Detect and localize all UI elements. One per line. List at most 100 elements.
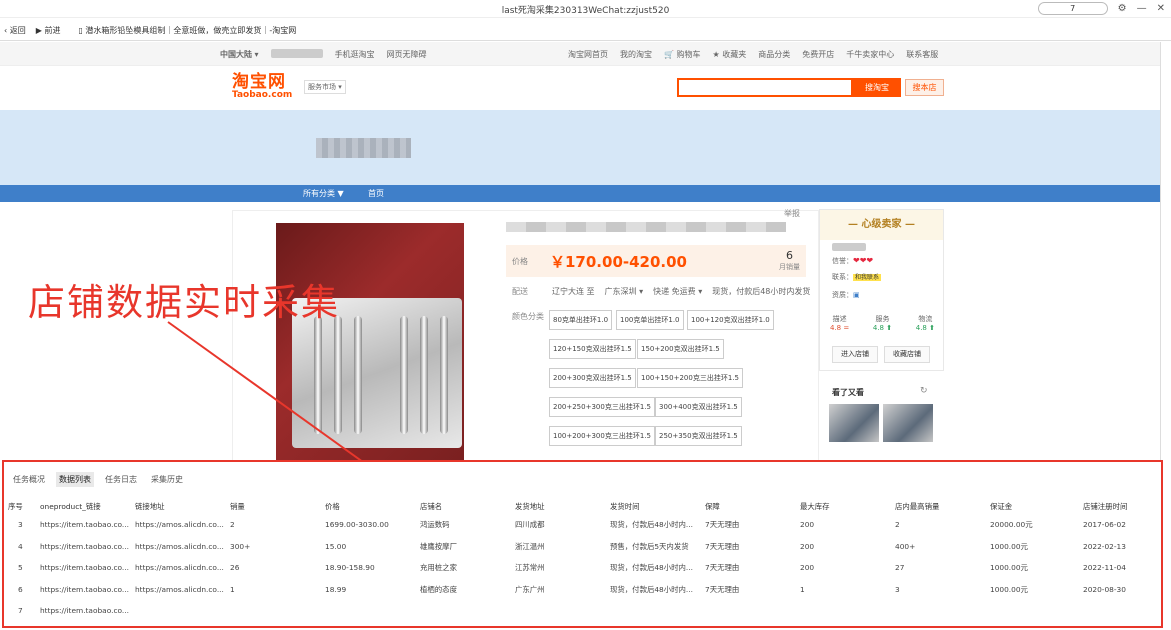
browser-toolbar: ‹ 返回 ▶ 前进 ▯ 潜水箱形铅坠模具组制｜全意班做，做壳立即发货｜-淘宝网 xyxy=(0,21,1171,41)
table-cell: 2020-08-30 xyxy=(1083,584,1126,594)
table-row[interactable]: 6 https://item.taobao.co... https://amos.a… xyxy=(8,579,1160,601)
cart-link[interactable]: 🛒 购物车 xyxy=(664,49,701,60)
shop-home-link[interactable]: 首页 xyxy=(368,188,384,199)
taobao-logo[interactable]: 淘宝网 Taobao.com xyxy=(232,74,292,100)
mobile-link[interactable]: 手机逛淘宝 xyxy=(335,49,375,60)
column-header[interactable]: 序号 xyxy=(8,498,40,514)
accessible-link[interactable]: 网页无障碍 xyxy=(387,49,427,60)
page-scrollbar[interactable] xyxy=(1160,42,1171,460)
sku-option[interactable]: 300+400克双出挂环1.5 xyxy=(655,397,742,417)
my-taobao-link[interactable]: 我的淘宝 xyxy=(620,49,652,60)
see-also-thumb[interactable] xyxy=(883,404,933,442)
table-cell xyxy=(990,600,1083,622)
column-header[interactable]: 链接地址 xyxy=(135,498,230,514)
contact-button[interactable]: 和我联系 xyxy=(853,274,882,281)
column-header[interactable]: 发货地址 xyxy=(515,498,610,514)
sku-option[interactable]: 200+250+300克三出挂环1.5 xyxy=(549,397,655,417)
ship-time: 现货，付款后48小时内发货 xyxy=(712,287,811,296)
qualification-label: 资质： xyxy=(832,291,853,299)
minimize-icon[interactable]: — xyxy=(1137,3,1147,14)
market-dropdown[interactable]: 服务市场 ▾ xyxy=(304,80,346,94)
seller-center-link[interactable]: 千牛卖家中心 xyxy=(846,49,894,60)
product-image[interactable] xyxy=(276,223,464,460)
column-header[interactable]: oneproduct_链接 xyxy=(40,498,135,514)
column-header[interactable]: 店内最高销量 xyxy=(895,498,990,514)
table-cell: 现货，付款后48小时内... xyxy=(610,563,693,573)
column-header[interactable]: 保障 xyxy=(705,498,800,514)
back-button[interactable]: ‹ 返回 xyxy=(4,25,26,36)
taobao-site-nav: 中国大陆 ▾ 手机逛淘宝 网页无障碍 淘宝网首页 我的淘宝 🛒 购物车 ★ 收藏… xyxy=(0,42,1160,66)
favorites-label: 收藏夹 xyxy=(722,50,747,59)
seller-name-blurred xyxy=(832,243,866,251)
qualification-row: 资质：▣ xyxy=(832,290,860,300)
column-header[interactable]: 发货时间 xyxy=(610,498,705,514)
table-cell: https://amos.alicdn.co... xyxy=(135,520,224,530)
color-label: 颜色分类 xyxy=(512,312,544,321)
table-cell xyxy=(515,600,610,622)
sku-option[interactable]: 120+150克双出挂环1.5 xyxy=(549,339,636,359)
taobao-home-link[interactable]: 淘宝网首页 xyxy=(568,49,608,60)
sku-option[interactable]: 100+120克双出挂环1.0 xyxy=(687,310,774,330)
table-cell xyxy=(610,600,705,622)
qualification-icon[interactable]: ▣ xyxy=(853,291,860,299)
tab-log[interactable]: 任务日志 xyxy=(102,472,140,487)
page-tab-title[interactable]: ▯ 潜水箱形铅坠模具组制｜全意班做，做壳立即发货｜-淘宝网 xyxy=(78,25,296,36)
all-categories-link[interactable]: 所有分类 ▼ xyxy=(303,188,344,199)
table-row[interactable]: 3 https://item.taobao.co... https://amos.a… xyxy=(8,514,1160,536)
table-row[interactable]: 7 https://item.taobao.co... xyxy=(8,600,1160,622)
report-link[interactable]: 举报 xyxy=(784,208,800,219)
dsr-item: 描述 4.8 = xyxy=(830,314,849,332)
shop-nav-bar: 所有分类 ▼ 首页 xyxy=(0,185,1160,202)
table-cell: 鸿运数码 xyxy=(420,520,450,530)
column-header[interactable]: 销量 xyxy=(230,498,325,514)
data-table: 序号 oneproduct_链接 链接地址 销量 价格 店铺名 发货地址 发货时间 保障 最大库存… xyxy=(8,498,1160,622)
product-title-blurred xyxy=(506,222,786,232)
table-cell: 浙江温州 xyxy=(515,541,545,551)
monthly-sales-label: 月销量 xyxy=(779,263,800,271)
sku-option[interactable]: 80克单出挂环1.0 xyxy=(549,310,613,330)
table-row[interactable]: 4 https://item.taobao.co... https://amos.a… xyxy=(8,536,1160,558)
table-cell: 200 xyxy=(800,541,815,551)
favorites-link[interactable]: ★ 收藏夹 xyxy=(713,49,747,60)
search-button[interactable]: 搜淘宝 xyxy=(853,78,901,97)
enter-shop-button[interactable]: 进入店铺 xyxy=(832,346,878,363)
see-also-thumb[interactable] xyxy=(829,404,879,442)
fav-shop-button[interactable]: 收藏店铺 xyxy=(884,346,930,363)
region-selector[interactable]: 中国大陆 ▾ xyxy=(220,49,259,60)
search-input[interactable] xyxy=(677,78,853,97)
column-header[interactable]: 店铺注册时间 xyxy=(1083,498,1160,514)
forward-button[interactable]: ▶ 前进 xyxy=(36,25,61,36)
ship-fee-selector[interactable]: 快递 免运费 ▾ xyxy=(653,286,702,297)
sku-option[interactable]: 100克单出挂环1.0 xyxy=(616,310,684,330)
column-header[interactable]: 价格 xyxy=(325,498,420,514)
sku-option[interactable]: 250+350克双出挂环1.5 xyxy=(655,426,742,446)
refresh-icon[interactable]: ↻ xyxy=(920,386,928,396)
table-cell: 15.00 xyxy=(325,541,347,551)
shipping-row: 配送 辽宁大连 至 广东深圳 ▾ 快递 免运费 ▾ 现货，付款后48小时内发货 xyxy=(512,286,810,297)
settings-icon[interactable]: ⚙ xyxy=(1118,3,1127,14)
tab-overview[interactable]: 任务概况 xyxy=(10,472,48,487)
tab-history[interactable]: 采集历史 xyxy=(148,472,186,487)
price-box: 价格 ￥170.00-420.00 6 月销量 xyxy=(506,245,806,277)
search-shop-button[interactable]: 搜本店 xyxy=(905,79,944,96)
table-row[interactable]: 5 https://item.taobao.co... https://amos.a… xyxy=(8,557,1160,579)
table-cell: 2022-02-13 xyxy=(1083,541,1126,551)
column-header[interactable]: 店铺名 xyxy=(420,498,515,514)
sku-option[interactable]: 150+200克双出挂环1.5 xyxy=(637,339,724,359)
table-cell: 3 xyxy=(18,520,23,530)
sku-option[interactable]: 100+150+200克三出挂环1.5 xyxy=(637,368,743,388)
counter-pill[interactable]: 7 xyxy=(1037,2,1108,15)
sku-option[interactable]: 100+200+300克三出挂环1.5 xyxy=(549,426,655,446)
sku-option[interactable]: 200+300克双出挂环1.5 xyxy=(549,368,636,388)
free-open-link[interactable]: 免费开店 xyxy=(802,49,834,60)
service-link[interactable]: 联系客服 xyxy=(906,49,938,60)
column-header[interactable]: 最大库存 xyxy=(800,498,895,514)
ship-to-selector[interactable]: 广东深圳 ▾ xyxy=(605,286,644,297)
dsr-value: 4.8 ⬆ xyxy=(915,324,935,332)
close-icon[interactable]: ✕ xyxy=(1157,3,1165,14)
categories-link[interactable]: 商品分类 xyxy=(758,49,790,60)
table-cell: 四川成都 xyxy=(515,520,545,530)
column-header[interactable]: 保证金 xyxy=(990,498,1083,514)
taobao-header: 淘宝网 Taobao.com 服务市场 ▾ 搜淘宝 搜本店 xyxy=(0,66,1160,110)
tab-data-list[interactable]: 数据列表 xyxy=(56,472,94,487)
